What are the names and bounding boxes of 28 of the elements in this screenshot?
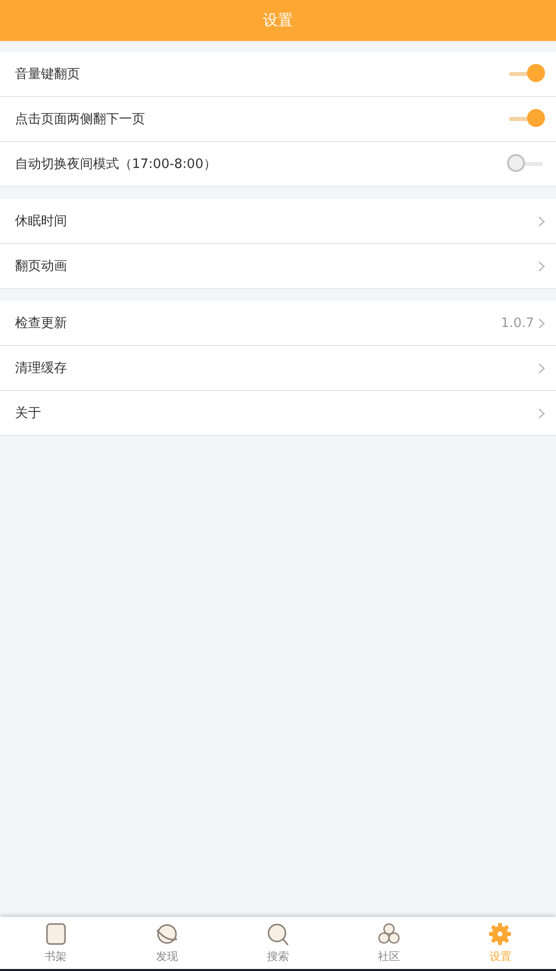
chevron-icon xyxy=(538,408,545,418)
toggle-switch[interactable] xyxy=(507,64,545,84)
planet-icon xyxy=(154,922,179,946)
setting-label: 检查更新 xyxy=(15,315,68,332)
toggle-switch[interactable] xyxy=(507,154,545,174)
setting-label: 自动切换夜间模式（17:00-8:00） xyxy=(15,156,218,173)
setting-label: 音量键翻页 xyxy=(15,66,81,83)
chevron-icon xyxy=(538,216,545,226)
chevron-icon xyxy=(538,260,545,272)
nav-tab[interactable]: 社区 xyxy=(334,917,445,969)
version-text: 1.0.7 xyxy=(500,316,534,330)
toggle-switch[interactable] xyxy=(507,109,545,129)
chevron-icon xyxy=(538,318,545,328)
bubbles-icon xyxy=(377,922,402,946)
chevron-icon xyxy=(538,362,545,374)
search-icon xyxy=(266,922,290,946)
setting-label: 关于 xyxy=(15,405,42,422)
nav-tab[interactable]: 设置 xyxy=(444,917,556,969)
setting-label: 清理缓存 xyxy=(15,360,68,377)
page-title: 设置 xyxy=(263,11,293,30)
setting-label: 翻页动画 xyxy=(15,258,68,275)
nav-tab[interactable]: 搜索 xyxy=(222,917,334,969)
book-icon xyxy=(44,922,68,946)
nav-tab[interactable]: 发现 xyxy=(111,917,222,969)
setting-label: 点击页面两侧翻下一页 xyxy=(15,111,146,128)
setting-label: 休眠时间 xyxy=(15,213,68,230)
settings-icon xyxy=(488,922,512,946)
nav-tab[interactable]: 书架 xyxy=(0,917,112,969)
